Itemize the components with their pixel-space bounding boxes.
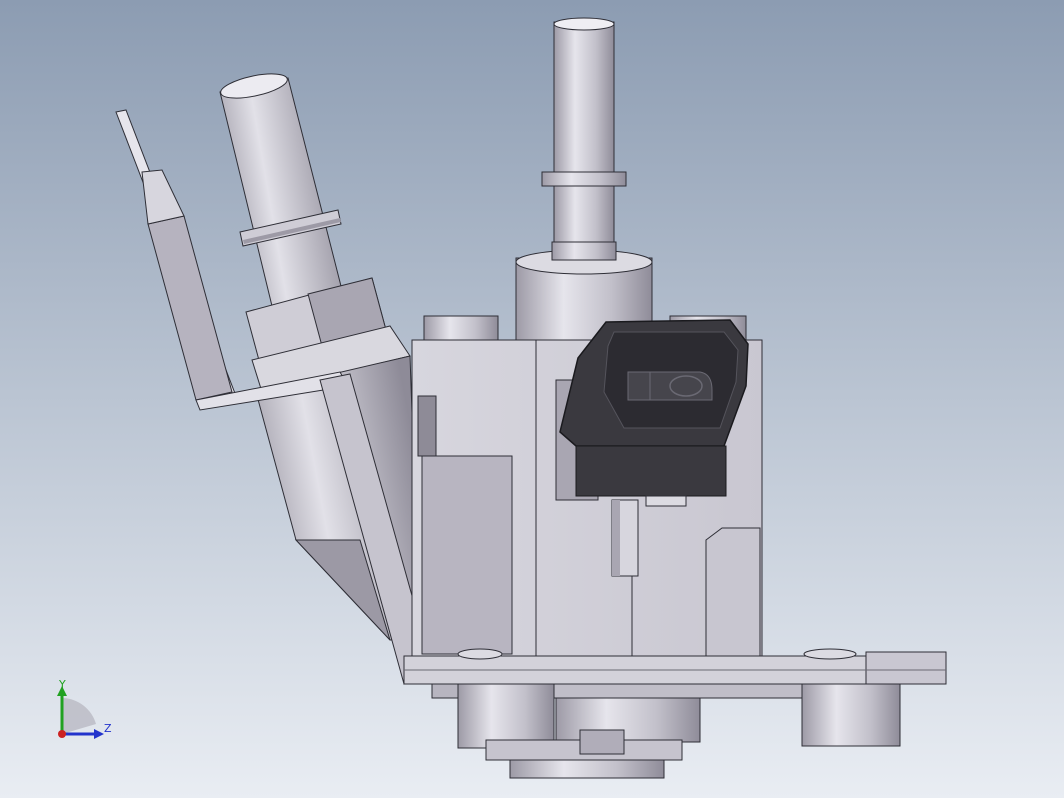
graphics-viewport[interactable]: Y Z: [0, 0, 1064, 798]
triad-y-label: Y: [59, 678, 66, 691]
lower-spigot-right: [801, 683, 901, 747]
vertical-outlet-tube[interactable]: [515, 17, 653, 343]
triad-axes: [57, 686, 104, 739]
electrical-connector[interactable]: [559, 319, 749, 507]
angled-inlet-tube[interactable]: [219, 69, 343, 307]
lower-spigot-left: [457, 683, 555, 749]
3d-model-view[interactable]: [0, 0, 1064, 798]
triad-z-label: Z: [104, 722, 112, 735]
orientation-triad: Y Z: [44, 676, 124, 748]
